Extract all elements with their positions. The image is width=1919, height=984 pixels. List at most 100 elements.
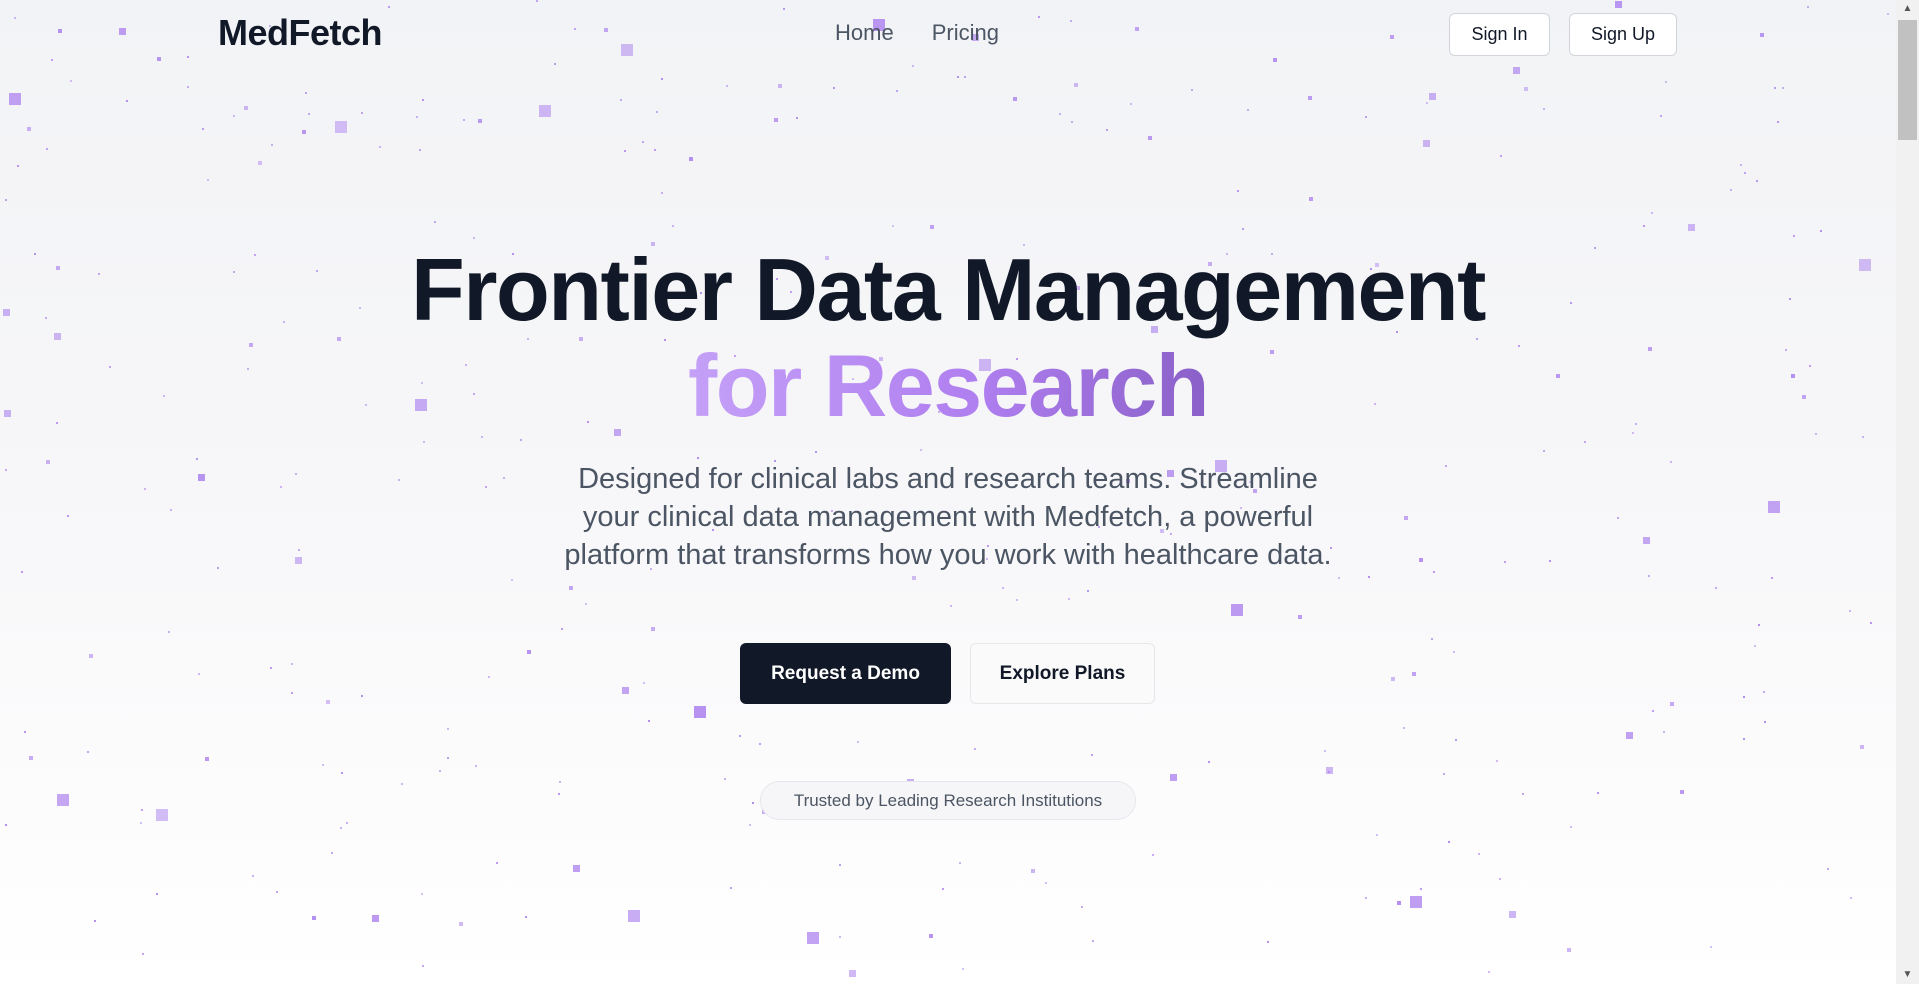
particle-dot (372, 915, 379, 922)
particle-dot (520, 439, 522, 441)
particle-dot (416, 116, 418, 118)
particle-dot (839, 864, 841, 866)
request-demo-button[interactable]: Request a Demo (740, 643, 951, 704)
particle-dot (1045, 882, 1047, 884)
particle-dot (1763, 691, 1765, 693)
particle-dot (1068, 598, 1070, 600)
particle-dot (1081, 906, 1083, 908)
particle-dot (1148, 136, 1152, 140)
particle-dot (89, 654, 93, 658)
particle-dot (398, 479, 400, 481)
particle-dot (1617, 517, 1619, 519)
particle-dot (689, 157, 693, 161)
particle-dot (1499, 878, 1501, 880)
particle-dot (1013, 97, 1017, 101)
particle-dot (21, 571, 23, 573)
particle-dot (620, 99, 622, 101)
particle-dot (258, 161, 262, 165)
particle-dot (974, 748, 976, 750)
particle-dot (496, 862, 498, 864)
particle-dot (1429, 93, 1436, 100)
particle-dot (379, 146, 381, 148)
particle-dot (1754, 645, 1756, 647)
particle-dot (1328, 771, 1330, 773)
particle-dot (252, 875, 254, 877)
particle-dot (244, 106, 248, 110)
particle-dot (473, 237, 475, 239)
particle-dot (1365, 116, 1367, 118)
particle-dot (1771, 577, 1773, 579)
particle-dot (322, 764, 324, 766)
particle-dot (1443, 773, 1445, 775)
hero-subtitle: Designed for clinical labs and research … (564, 463, 1332, 571)
particle-dot (1242, 228, 1244, 230)
particle-dot (168, 631, 170, 633)
particle-dot (305, 92, 307, 94)
particle-dot (1688, 224, 1695, 231)
particle-dot (648, 720, 650, 722)
particle-dot (94, 920, 96, 922)
particle-dot (1426, 102, 1428, 104)
particle-dot (726, 85, 728, 87)
particle-dot (1298, 615, 1302, 619)
sign-up-button[interactable]: Sign Up (1569, 13, 1677, 56)
particle-dot (1740, 164, 1742, 166)
particle-dot (29, 756, 33, 760)
particle-dot (1680, 790, 1684, 794)
particle-dot (1130, 103, 1132, 105)
particle-dot (5, 824, 7, 826)
particle-dot (1074, 83, 1078, 87)
brand-logo[interactable]: MedFetch (218, 12, 383, 54)
particle-dot (896, 90, 898, 92)
particle-dot (539, 105, 551, 117)
particle-dot (1455, 739, 1457, 741)
particle-dot (930, 225, 934, 229)
particle-dot (815, 451, 817, 453)
particle-dot (661, 192, 663, 194)
particle-dot (1744, 172, 1746, 174)
particle-dot (140, 822, 142, 824)
particle-dot (346, 822, 348, 824)
particle-dot (661, 78, 663, 80)
particle-dot (672, 225, 674, 227)
particle-dot (1768, 501, 1780, 513)
vertical-scrollbar[interactable]: ▲ ▼ (1896, 0, 1919, 984)
particle-dot (422, 99, 424, 101)
top-navigation: MedFetch Home Pricing Sign In Sign Up (0, 0, 1896, 70)
particle-dot (752, 802, 754, 804)
particle-dot (422, 965, 424, 967)
particle-dot (624, 150, 626, 152)
hero-title-primary: Frontier Data Management (411, 240, 1486, 339)
particle-dot (1774, 87, 1776, 89)
particle-dot (1433, 571, 1435, 573)
particle-dot (1423, 140, 1430, 147)
scroll-up-icon[interactable]: ▲ (1896, 0, 1919, 18)
particle-dot (643, 682, 645, 684)
nav-link-pricing[interactable]: Pricing (932, 20, 999, 46)
particle-dot (778, 84, 782, 88)
particle-dot (1071, 121, 1073, 123)
particle-dot (1431, 638, 1433, 640)
particle-dot (962, 968, 964, 970)
scroll-down-icon[interactable]: ▼ (1896, 966, 1919, 984)
explore-plans-button[interactable]: Explore Plans (970, 643, 1155, 704)
sign-in-button[interactable]: Sign In (1449, 13, 1550, 56)
particle-dot (929, 934, 933, 938)
particle-dot (401, 783, 403, 785)
particle-dot (1849, 610, 1851, 612)
particle-dot (46, 148, 48, 150)
particle-dot (205, 757, 209, 761)
nav-link-home[interactable]: Home (835, 20, 894, 46)
particle-dot (651, 627, 655, 631)
particle-dot (833, 87, 835, 89)
particle-dot (233, 115, 235, 117)
particle-dot (217, 567, 219, 569)
particle-dot (312, 916, 316, 920)
particle-dot (291, 663, 293, 665)
particle-dot (1191, 89, 1193, 91)
particle-dot (749, 824, 751, 826)
particle-dot (1445, 465, 1447, 467)
scroll-thumb[interactable] (1898, 20, 1917, 140)
particle-dot (1059, 113, 1061, 115)
particle-dot (1087, 590, 1089, 592)
